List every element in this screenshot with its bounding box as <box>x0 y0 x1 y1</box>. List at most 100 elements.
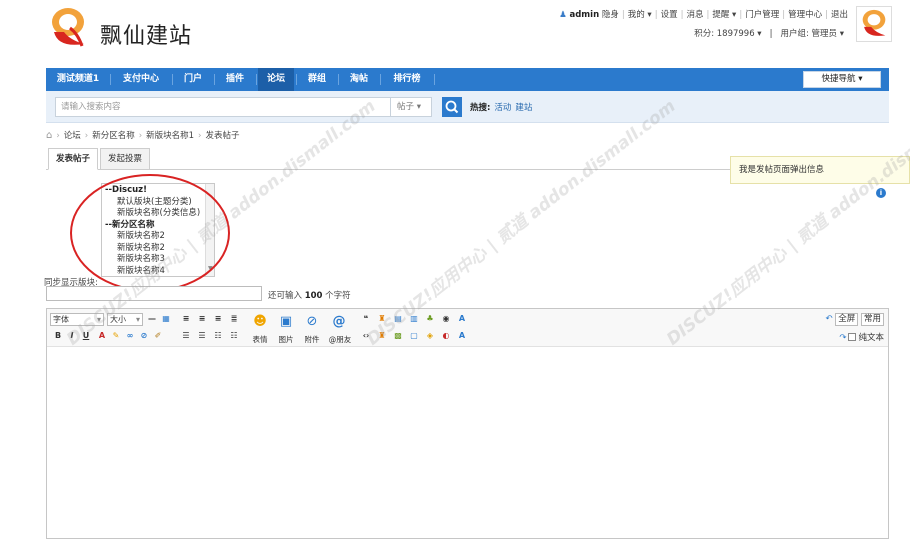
popup-tooltip: 我是发帖页面弹出信息 <box>730 156 910 184</box>
redo-icon[interactable]: ↷ <box>839 333 846 343</box>
user-stats: 积分: 1897996 ▾ | 用户组: 管理员 ▾ <box>694 29 844 39</box>
search-type-select[interactable]: 帖子 ▾ <box>391 97 432 117</box>
audio-icon[interactable]: ◈ <box>425 331 435 341</box>
hot-link-build[interactable]: 建站 <box>515 103 532 113</box>
align-right-icon[interactable]: ≡ <box>213 314 223 324</box>
flash-icon[interactable]: ▩ <box>393 331 403 341</box>
search-bar: 请输入搜索内容 帖子 ▾ 热搜: 活动 建站 <box>46 91 889 123</box>
thread-title-input[interactable] <box>46 286 262 301</box>
code-icon[interactable]: ‹› <box>361 331 371 341</box>
bold-icon[interactable]: B <box>53 331 63 341</box>
table-icon[interactable]: ▦ <box>161 314 171 324</box>
lock-icon[interactable]: ♜ <box>377 331 387 341</box>
emoji-label[interactable]: 表情 <box>249 334 271 345</box>
font-size-up-icon[interactable]: A <box>457 314 467 324</box>
list-icon[interactable]: ☰ <box>181 331 191 341</box>
info-icon[interactable]: i <box>876 188 886 198</box>
top-link-messages[interactable]: 消息 <box>686 10 703 20</box>
site-name: 飘仙建站 <box>100 24 193 49</box>
editor-bottom-right: ↷ 纯文本 <box>839 331 884 343</box>
media-icon[interactable]: ◉ <box>441 314 451 324</box>
hot-link-activity[interactable]: 活动 <box>494 103 511 113</box>
horizontal-line-icon[interactable]: — <box>147 314 157 324</box>
common-button[interactable]: 常用 <box>860 313 884 326</box>
link-icon[interactable]: ∞ <box>125 331 135 341</box>
mention-icon[interactable]: @ <box>330 313 348 331</box>
user-group-menu[interactable]: 用户组: 管理员 ▾ <box>780 29 844 39</box>
post-editor[interactable]: 字体 ▾ 大小 ▾ — ▦ ≡ ≡ ≡ ≣ B I U A ✎ ∞ ⊘ ✐ ☰ ☰ … <box>46 308 889 539</box>
quote-icon[interactable]: ❝ <box>361 314 371 324</box>
emoji-icon[interactable]: ☻ <box>251 313 269 331</box>
image-label[interactable]: 图片 <box>275 334 297 345</box>
attachment-icon[interactable]: ⊘ <box>303 313 321 331</box>
float-icon[interactable]: ≣ <box>229 314 239 324</box>
unordered-list-icon[interactable]: ☷ <box>229 331 239 341</box>
search-input[interactable]: 请输入搜索内容 <box>55 97 391 117</box>
nav-item-payment[interactable]: 支付中心 <box>112 68 170 91</box>
username-link[interactable]: admin <box>569 10 599 20</box>
plain-text-label[interactable]: 纯文本 <box>858 333 884 343</box>
font-size-select[interactable]: 大小 ▾ <box>107 313 143 326</box>
hot-search: 热搜: 活动 建站 <box>470 101 532 113</box>
points-menu[interactable]: 积分: 1897996 ▾ <box>694 29 761 39</box>
home-icon[interactable]: ⌂ <box>46 130 52 141</box>
top-link-settings[interactable]: 设置 <box>661 10 678 20</box>
highlight-circle <box>70 174 230 292</box>
search-button[interactable] <box>442 97 462 117</box>
fullscreen-button[interactable]: 全屏 <box>835 313 859 326</box>
page-icon[interactable]: ▢ <box>409 331 419 341</box>
nav-item-plugins[interactable]: 插件 <box>216 68 254 91</box>
font-color-icon[interactable]: A <box>97 331 107 341</box>
main-nav: 测试频道1 支付中心 门户 插件 论坛 群组 淘帖 排行榜 快捷导航 ▾ <box>46 68 889 91</box>
breadcrumb-board[interactable]: 新版块名称1 <box>146 131 194 141</box>
top-link-invisible[interactable]: 隐身 <box>602 10 619 20</box>
free-icon[interactable]: ▤ <box>393 314 403 324</box>
tab-post-thread[interactable]: 发表帖子 <box>48 148 99 170</box>
background-color-icon[interactable]: ✎ <box>111 331 121 341</box>
editor-top-right: ↶ 全屏 常用 <box>825 313 884 326</box>
user-icon: ♟ <box>559 10 567 20</box>
nav-item-ranking[interactable]: 排行榜 <box>382 68 432 91</box>
nav-item-portal[interactable]: 门户 <box>174 68 212 91</box>
user-toolbar: ♟ admin 隐身 | 我的 ▾ | 设置 | 消息 | 提醒 ▾ | 门户管理 | 管理中心 | 退出 <box>559 10 848 20</box>
breadcrumb-forum[interactable]: 论坛 <box>64 131 81 141</box>
align-left-icon[interactable]: ≡ <box>181 314 191 324</box>
breadcrumb-current: 发表帖子 <box>205 131 240 141</box>
nav-item-forum[interactable]: 论坛 <box>258 68 294 91</box>
mention-label[interactable]: @朋友 <box>324 334 356 345</box>
attachment-label[interactable]: 附件 <box>301 334 323 345</box>
top-link-logout[interactable]: 退出 <box>831 10 848 20</box>
index-icon[interactable]: ▥ <box>409 314 419 324</box>
stamp-icon[interactable]: ◐ <box>441 331 451 341</box>
indent-icon[interactable]: ☰ <box>197 331 207 341</box>
plain-text-checkbox[interactable] <box>848 333 857 341</box>
avatar[interactable] <box>856 6 892 42</box>
quick-nav-button[interactable]: 快捷导航 ▾ <box>803 71 881 88</box>
editor-toolbar: 字体 ▾ 大小 ▾ — ▦ ≡ ≡ ≡ ≣ B I U A ✎ ∞ ⊘ ✐ ☰ ☰ … <box>47 309 888 347</box>
top-link-portal-admin[interactable]: 门户管理 <box>745 10 779 20</box>
font-size-down-icon[interactable]: A <box>457 331 467 341</box>
breadcrumb-section[interactable]: 新分区名称 <box>92 131 135 141</box>
search-icon <box>445 100 459 114</box>
unlink-icon[interactable]: ⊘ <box>139 331 149 341</box>
top-link-mine[interactable]: 我的 ▾ <box>628 10 652 20</box>
remaining-count: 100 <box>304 291 323 301</box>
remaining-chars: 还可输入 100 个字符 <box>268 291 351 301</box>
underline-icon[interactable]: U <box>81 331 91 341</box>
nav-item-groups[interactable]: 群组 <box>298 68 336 91</box>
image-icon[interactable]: ▣ <box>277 313 295 331</box>
font-family-select[interactable]: 字体 ▾ <box>50 313 104 326</box>
site-logo[interactable] <box>48 4 88 52</box>
password-icon[interactable]: ♣ <box>425 314 435 324</box>
align-center-icon[interactable]: ≡ <box>197 314 207 324</box>
nav-item-taotie[interactable]: 淘帖 <box>340 68 378 91</box>
ordered-list-icon[interactable]: ☷ <box>213 331 223 341</box>
tab-start-poll[interactable]: 发起投票 <box>100 148 151 170</box>
top-link-admin-center[interactable]: 管理中心 <box>788 10 822 20</box>
clear-format-icon[interactable]: ✐ <box>153 331 163 341</box>
hide-icon[interactable]: ♜ <box>377 314 387 324</box>
top-link-reminders[interactable]: 提醒 ▾ <box>712 10 736 20</box>
undo-icon[interactable]: ↶ <box>825 314 832 324</box>
italic-icon[interactable]: I <box>67 331 77 341</box>
nav-item-test-channel[interactable]: 测试频道1 <box>48 68 108 91</box>
